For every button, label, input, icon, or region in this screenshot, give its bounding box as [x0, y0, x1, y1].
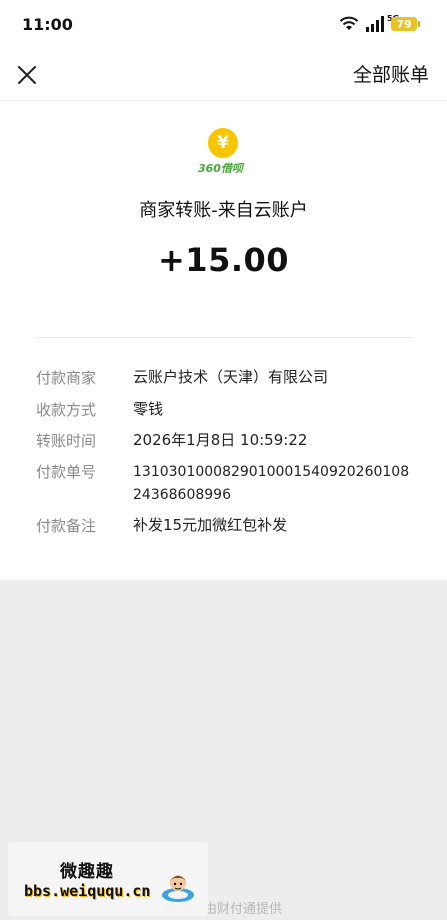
watermark-url: bbs.weiququ.cn: [24, 882, 151, 900]
logo-symbol: ¥: [217, 133, 229, 153]
detail-value: 云账户技术（天津）有限公司: [133, 368, 329, 386]
status-icons: 5G 79: [339, 14, 420, 34]
detail-value: 2026年1月8日 10:59:22: [133, 431, 308, 449]
detail-value[interactable]: 1310301000829010001540920260108243686089…: [133, 461, 413, 507]
transaction-title: 商家转账-来自云账户: [139, 200, 308, 221]
transaction-card: ¥ 360借呗 商家转账-来自云账户 +15.00 付款商家 云账户技术（天津）…: [0, 100, 447, 580]
detail-label: 付款备注: [36, 517, 97, 535]
detail-label: 付款单号: [36, 463, 97, 481]
detail-value: 补发15元加微红包补发: [133, 516, 288, 534]
status-bar: 11:00 5G 79: [0, 0, 447, 50]
close-button[interactable]: [10, 58, 44, 92]
merchant-logo: ¥ 360借呗: [194, 128, 254, 176]
mascot-icon: [162, 875, 194, 902]
detail-value: 零钱: [133, 400, 164, 418]
yuan-coin-icon: ¥: [208, 128, 238, 158]
battery-level: 79: [396, 17, 412, 31]
watermark-title: 微趣趣: [60, 862, 114, 882]
watermark: 微趣趣 bbs.weiququ.cn: [8, 842, 208, 916]
battery-icon: 79: [391, 17, 420, 31]
all-bills-link[interactable]: 全部账单: [353, 60, 429, 87]
logo-text: 360借呗: [198, 162, 243, 175]
nav-bar: 全部账单: [0, 50, 447, 100]
transaction-amount: +15.00: [157, 241, 290, 279]
status-time: 11:00: [22, 15, 73, 34]
detail-label: 转账时间: [36, 432, 97, 450]
close-icon: [18, 66, 36, 84]
divider: [36, 337, 411, 338]
signal-icon: [366, 16, 384, 32]
wifi-icon: [339, 16, 359, 30]
detail-label: 收款方式: [36, 401, 97, 419]
detail-label: 付款商家: [36, 369, 97, 387]
